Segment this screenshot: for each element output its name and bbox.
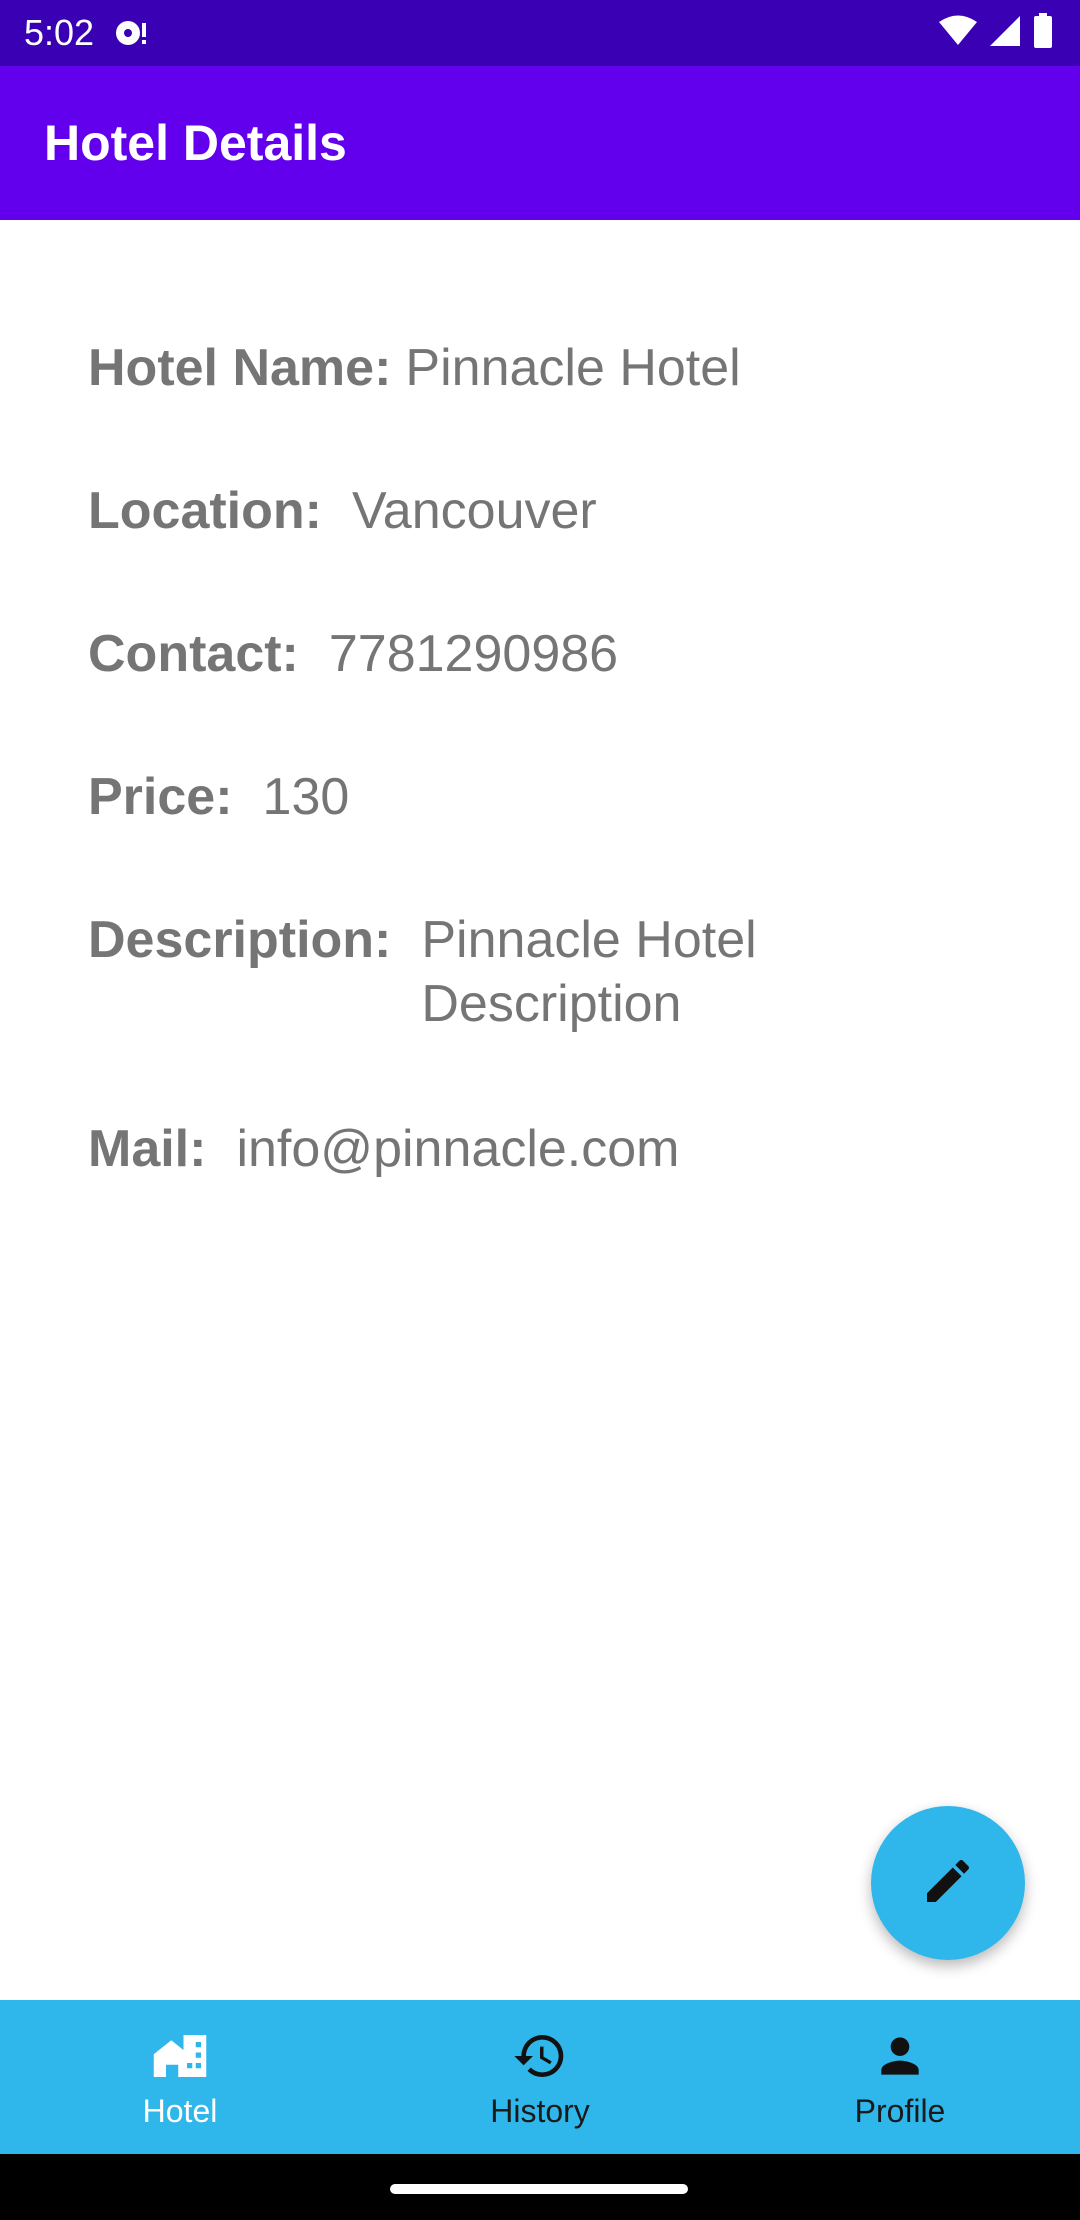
status-time: 5:02 bbox=[24, 12, 95, 53]
status-icons bbox=[938, 12, 1054, 54]
nav-label-hotel: Hotel bbox=[142, 2093, 218, 2129]
person-icon bbox=[872, 2028, 928, 2084]
contact-label: Contact: bbox=[88, 625, 299, 683]
hotel-name-value: Pinnacle Hotel bbox=[405, 339, 741, 397]
location-label: Location: bbox=[88, 482, 322, 540]
wifi-icon bbox=[938, 15, 978, 52]
page-title: Hotel Details bbox=[44, 115, 347, 171]
description-value: Pinnacle Hotel Description bbox=[421, 911, 757, 1033]
contact-value: 7781290986 bbox=[328, 625, 619, 683]
mail-row: Mail: info@pinnacle.com bbox=[88, 1117, 679, 1181]
nav-item-profile[interactable]: Profile bbox=[720, 2000, 1080, 2154]
app-bar: Hotel Details bbox=[0, 66, 1080, 220]
bottom-navigation: Hotel History Profile bbox=[0, 2000, 1080, 2154]
status-bar: 5:02 bbox=[0, 0, 1080, 66]
battery-icon bbox=[1032, 12, 1054, 54]
nav-label-profile: Profile bbox=[854, 2093, 946, 2129]
hotel-name-row: Hotel Name: Pinnacle Hotel bbox=[88, 336, 741, 400]
edit-pencil-icon bbox=[920, 1853, 976, 1914]
nav-item-history[interactable]: History bbox=[360, 2000, 720, 2154]
location-row: Location: Vancouver bbox=[88, 479, 597, 543]
price-value: 130 bbox=[262, 768, 350, 826]
history-icon bbox=[512, 2028, 568, 2084]
price-row: Price: 130 bbox=[88, 765, 349, 829]
edit-fab-button[interactable] bbox=[871, 1806, 1025, 1960]
mail-value: info@pinnacle.com bbox=[236, 1120, 680, 1178]
contact-row: Contact: 7781290986 bbox=[88, 622, 618, 686]
home-gesture-handle[interactable] bbox=[390, 2184, 688, 2194]
location-value: Vancouver bbox=[351, 482, 597, 540]
nav-item-hotel[interactable]: Hotel bbox=[0, 2000, 360, 2154]
price-label: Price: bbox=[88, 768, 233, 826]
description-row: Description: Pinnacle Hotel Description bbox=[88, 908, 841, 1036]
nav-label-history: History bbox=[490, 2093, 590, 2129]
hotel-name-label: Hotel Name: bbox=[88, 339, 392, 397]
description-label: Description: bbox=[88, 911, 392, 969]
notification-icon bbox=[114, 16, 150, 50]
screen: 5:02 Hotel Details Hotel Name: Pinnacle … bbox=[0, 0, 1080, 2220]
hotel-icon bbox=[152, 2028, 208, 2084]
system-navigation-bar bbox=[0, 2154, 1080, 2220]
mail-label: Mail: bbox=[88, 1120, 207, 1178]
signal-icon bbox=[988, 14, 1022, 53]
